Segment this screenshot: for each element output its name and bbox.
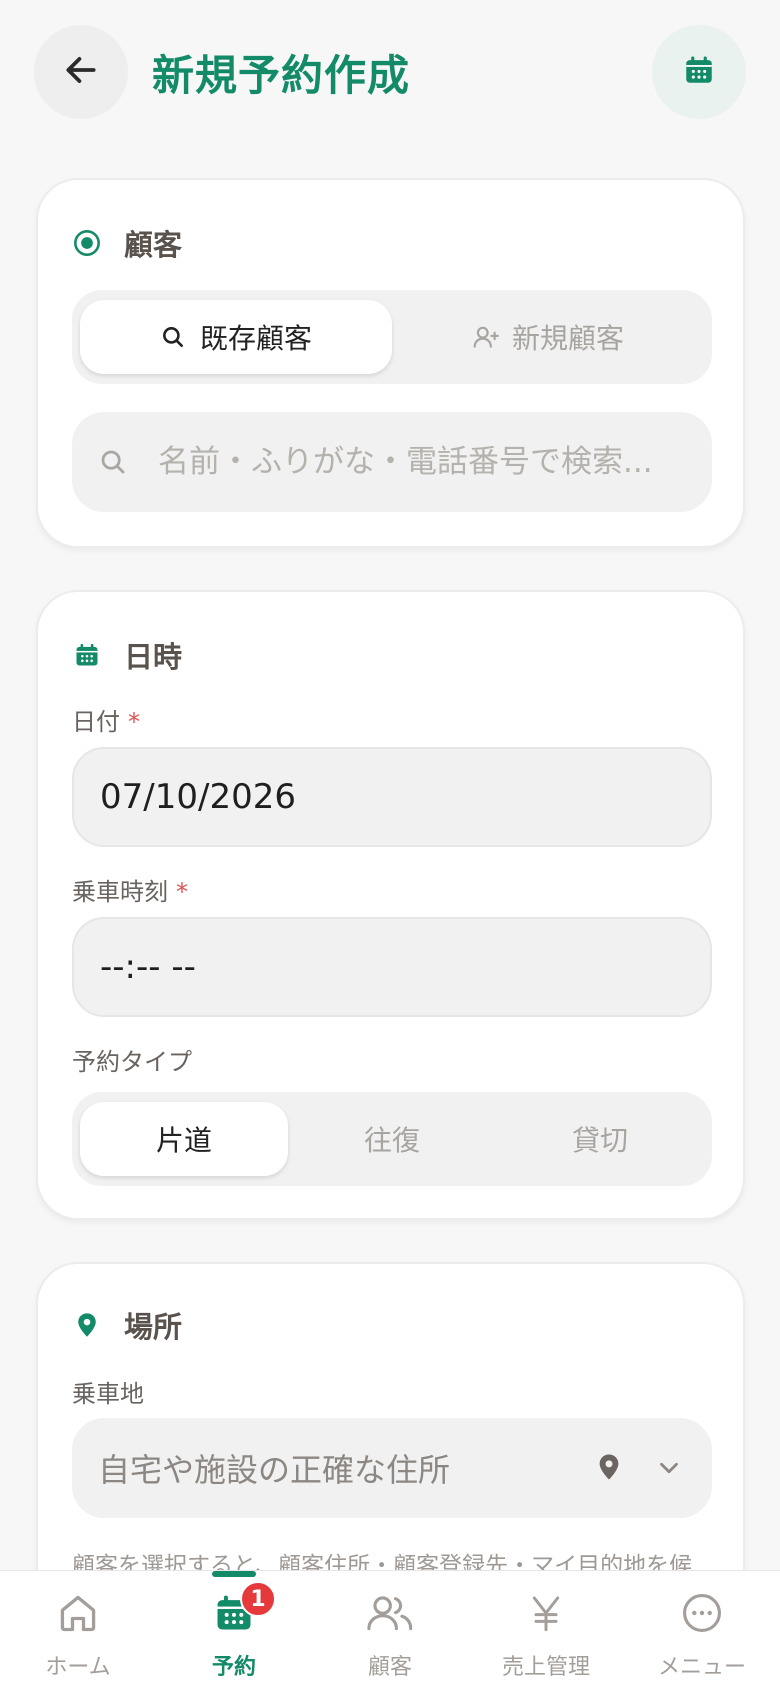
more-icon bbox=[678, 1589, 726, 1637]
reservation-type-label: 予約タイプ bbox=[72, 1048, 192, 1076]
arrow-left-icon bbox=[62, 51, 100, 93]
search-icon bbox=[98, 445, 132, 479]
nav-sales[interactable]: 売上管理 bbox=[468, 1571, 624, 1688]
calendar-button[interactable] bbox=[652, 25, 746, 119]
datetime-section-title: 日時 bbox=[124, 640, 183, 674]
nav-menu-label: メニュー bbox=[657, 1655, 746, 1680]
nav-customers-label: 顧客 bbox=[367, 1655, 412, 1680]
type-round-trip[interactable]: 往復 bbox=[288, 1102, 496, 1176]
search-icon bbox=[160, 324, 186, 350]
calendar-icon bbox=[72, 640, 102, 670]
customer-card-header: 顧客 bbox=[72, 222, 182, 264]
time-label-text: 乗車時刻 bbox=[72, 878, 168, 906]
nav-menu[interactable]: メニュー bbox=[624, 1571, 780, 1688]
customer-search-box bbox=[72, 412, 712, 512]
datetime-card-header: 日時 bbox=[72, 634, 182, 676]
customer-type-toggle: 既存顧客 新規顧客 bbox=[72, 290, 712, 384]
map-pin-icon[interactable] bbox=[594, 1451, 624, 1483]
pickup-select[interactable]: 自宅や施設の正確な住所 bbox=[72, 1418, 712, 1518]
pickup-placeholder: 自宅や施設の正確な住所 bbox=[98, 1451, 451, 1489]
nav-home-label: ホーム bbox=[45, 1655, 111, 1680]
required-mark: * bbox=[128, 708, 140, 736]
yen-icon bbox=[522, 1589, 570, 1637]
time-value: --:-- -- bbox=[100, 947, 196, 987]
new-customer-label: 新規顧客 bbox=[511, 322, 624, 355]
date-label-text: 日付 bbox=[72, 708, 120, 736]
date-label: 日付 * bbox=[72, 702, 140, 737]
notification-badge: 1 bbox=[240, 1581, 276, 1617]
type-charter[interactable]: 貸切 bbox=[496, 1102, 704, 1176]
pickup-label: 乗車地 bbox=[72, 1380, 144, 1408]
customer-search-input[interactable] bbox=[158, 444, 698, 480]
required-mark: * bbox=[176, 878, 188, 906]
customer-card: 顧客 既存顧客 新規顧客 bbox=[36, 178, 745, 548]
existing-customer-tab[interactable]: 既存顧客 bbox=[80, 300, 392, 374]
home-icon bbox=[54, 1589, 102, 1637]
page-title: 新規予約作成 bbox=[152, 51, 411, 100]
map-pin-icon bbox=[72, 1310, 102, 1340]
nav-home[interactable]: ホーム bbox=[0, 1571, 156, 1688]
customer-section-title: 顧客 bbox=[124, 228, 183, 262]
existing-customer-label: 既存顧客 bbox=[199, 322, 312, 355]
date-value: 07/10/2026 bbox=[100, 777, 296, 817]
user-plus-icon bbox=[472, 324, 500, 350]
time-label: 乗車時刻 * bbox=[72, 872, 188, 907]
type-one-way[interactable]: 片道 bbox=[80, 1102, 288, 1176]
app-header: 新規予約作成 bbox=[0, 0, 780, 150]
nav-customers[interactable]: 顧客 bbox=[312, 1571, 468, 1688]
date-input[interactable]: 07/10/2026 bbox=[72, 747, 712, 847]
user-circle-icon bbox=[72, 228, 102, 258]
location-section-title: 場所 bbox=[124, 1310, 183, 1344]
time-input[interactable]: --:-- -- bbox=[72, 917, 712, 1017]
new-customer-tab[interactable]: 新規顧客 bbox=[392, 300, 704, 374]
reservation-type-toggle: 片道 往復 貸切 bbox=[72, 1092, 712, 1186]
chevron-down-icon[interactable] bbox=[654, 1453, 684, 1483]
nav-sales-label: 売上管理 bbox=[501, 1655, 590, 1680]
calendar-icon bbox=[682, 53, 716, 91]
location-card-header: 場所 bbox=[72, 1304, 182, 1346]
datetime-card: 日時 日付 * 07/10/2026 乗車時刻 * --:-- -- 予約タイプ 片… bbox=[36, 590, 745, 1220]
nav-reservations-label: 予約 bbox=[211, 1655, 256, 1680]
users-icon bbox=[366, 1589, 414, 1637]
nav-reservations[interactable]: 予約 bbox=[156, 1571, 312, 1688]
back-button[interactable] bbox=[34, 25, 128, 119]
bottom-navigation: ホーム 予約 1 顧客 売上管理 メニュー bbox=[0, 1570, 780, 1688]
